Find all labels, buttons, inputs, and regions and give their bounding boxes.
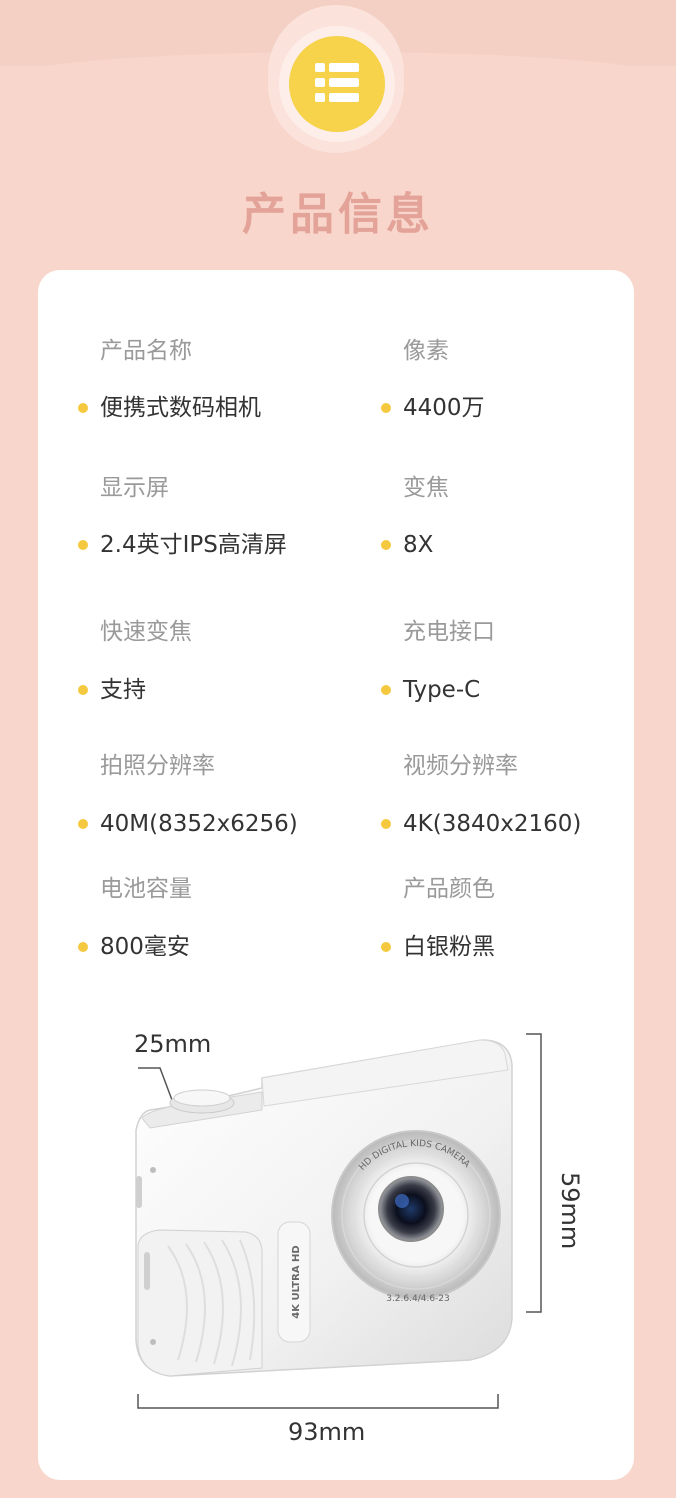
- bullet-dot: [78, 942, 88, 952]
- bullet-dot: [381, 540, 391, 550]
- spec-value: 便携式数码相机: [100, 395, 261, 421]
- bullet-dot: [381, 403, 391, 413]
- spec-item: 电池容量 800毫安: [78, 874, 380, 960]
- spec-label: 显示屏: [100, 475, 169, 501]
- spec-value: 支持: [100, 677, 146, 703]
- spec-item: 显示屏 2.4英寸IPS高清屏: [78, 473, 380, 558]
- bullet-dot: [381, 942, 391, 952]
- height-label: 59mm: [556, 1172, 584, 1250]
- spec-item: 变焦 8X: [381, 473, 676, 558]
- bullet-dot: [381, 819, 391, 829]
- spec-value: 白银粉黑: [403, 934, 495, 960]
- spec-value: 8X: [403, 532, 434, 558]
- bullet-dot: [78, 403, 88, 413]
- spec-value: 4400万: [403, 395, 485, 421]
- spec-label: 视频分辨率: [403, 753, 518, 779]
- spec-item: 产品名称 便携式数码相机: [78, 336, 380, 421]
- header-icon-badge: [289, 36, 385, 132]
- section-title: 产品信息: [242, 189, 434, 240]
- spec-item: 产品颜色 白银粉黑: [381, 874, 676, 960]
- list-icon: [315, 63, 359, 103]
- spec-card: 产品名称 便携式数码相机 像素 4400万 显示屏 2.4英寸IPS高清屏 变焦…: [38, 270, 634, 1480]
- spec-item: 拍照分辨率 40M(8352x6256): [78, 751, 380, 837]
- bullet-dot: [78, 685, 88, 695]
- bullet-dot: [78, 540, 88, 550]
- spec-label: 充电接口: [403, 619, 495, 645]
- width-label: 93mm: [288, 1418, 366, 1446]
- spec-value: Type-C: [403, 677, 481, 703]
- spec-item: 视频分辨率 4K(3840x2160): [381, 751, 676, 837]
- spec-label: 电池容量: [100, 876, 192, 902]
- spec-item: 像素 4400万: [381, 336, 676, 421]
- spec-label: 变焦: [403, 475, 449, 501]
- spec-label: 像素: [403, 338, 449, 364]
- spec-label: 拍照分辨率: [100, 753, 215, 779]
- spec-value: 800毫安: [100, 934, 190, 960]
- spec-item: 快速变焦 支持: [78, 617, 380, 703]
- spec-label: 快速变焦: [100, 619, 192, 645]
- depth-label: 25mm: [134, 1030, 212, 1058]
- spec-label: 产品颜色: [403, 876, 495, 902]
- bullet-dot: [78, 819, 88, 829]
- spec-label: 产品名称: [100, 338, 192, 364]
- spec-value: 2.4英寸IPS高清屏: [100, 532, 287, 558]
- spec-item: 充电接口 Type-C: [381, 617, 676, 703]
- spec-value: 40M(8352x6256): [100, 811, 298, 837]
- bullet-dot: [381, 685, 391, 695]
- spec-value: 4K(3840x2160): [403, 811, 582, 837]
